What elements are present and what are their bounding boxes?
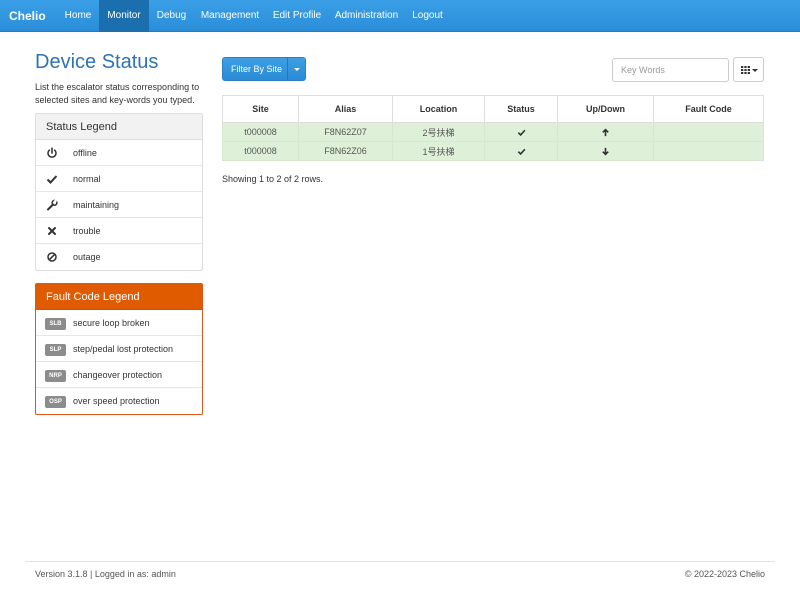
columns-toggle-button[interactable]	[733, 57, 764, 82]
pagination-summary: Showing 1 to 2 of 2 rows.	[222, 174, 324, 184]
column-header-up-down[interactable]: Up/Down	[557, 95, 654, 123]
legend-label: trouble	[73, 226, 101, 236]
legend-row-trouble: trouble	[36, 218, 202, 244]
table-row[interactable]: t000008 F8N62Z06 1号扶梯	[222, 141, 764, 161]
check-icon	[517, 129, 526, 137]
legend-row-maintaining: maintaining	[36, 192, 202, 218]
cell-status	[484, 122, 558, 142]
cell-up-down	[557, 122, 654, 142]
legend-row-outage: outage	[36, 244, 202, 270]
fault-row-slb: SLB secure loop broken	[36, 310, 202, 336]
fault-label: over speed protection	[73, 396, 160, 406]
brand-logo[interactable]: Chelio	[9, 0, 46, 32]
legend-row-offline: offline	[36, 140, 202, 166]
column-header-fault-code[interactable]: Fault Code	[653, 95, 764, 123]
grid-icon	[741, 66, 750, 74]
column-header-status[interactable]: Status	[484, 95, 558, 123]
cell-alias: F8N62Z07	[298, 122, 393, 142]
nav-home[interactable]: Home	[57, 0, 99, 32]
footer-version: Version 3.1.8 | Logged in as: admin	[35, 569, 176, 579]
split-divider	[287, 58, 288, 80]
nav-edit-profile[interactable]: Edit Profile	[266, 0, 328, 32]
legend-label: normal	[73, 174, 101, 184]
legend-label: maintaining	[73, 200, 120, 210]
filter-button-label: Filter By Site	[231, 64, 283, 74]
nav-debug[interactable]: Debug	[149, 0, 194, 32]
fault-label: secure loop broken	[73, 318, 150, 328]
chevron-down-icon	[752, 69, 758, 72]
arrow-up-icon	[602, 128, 609, 137]
cell-site: t000008	[222, 141, 299, 161]
cell-site: t000008	[222, 122, 299, 142]
fault-code-badge: SLB	[45, 318, 66, 330]
footer-divider	[25, 561, 775, 562]
check-icon	[517, 148, 526, 156]
page-title: Device Status	[35, 51, 159, 73]
cell-location: 1号扶梯	[392, 141, 485, 161]
ban-icon	[47, 252, 57, 262]
legend-label: offline	[73, 148, 97, 158]
nav-monitor[interactable]: Monitor	[99, 0, 149, 32]
fault-code-badge: SLP	[45, 344, 66, 356]
cell-status	[484, 141, 558, 161]
legend-label: outage	[73, 252, 101, 262]
column-header-location[interactable]: Location	[392, 95, 485, 123]
footer-copyright: © 2022-2023 Chelio	[684, 569, 765, 579]
column-header-alias[interactable]: Alias	[298, 95, 393, 123]
fault-row-osp: OSP over speed protection	[36, 388, 202, 414]
cell-fault-code	[653, 122, 764, 142]
cell-fault-code	[653, 141, 764, 161]
top-navbar: Chelio Home Monitor Debug Management Edi…	[0, 0, 800, 32]
arrow-down-icon	[602, 147, 609, 156]
fault-label: changeover protection	[73, 370, 163, 380]
fault-code-legend-panel: Fault Code Legend SLB secure loop broken…	[35, 283, 203, 415]
wrench-icon	[47, 199, 58, 211]
chevron-down-icon[interactable]	[294, 68, 300, 71]
cell-location: 2号扶梯	[392, 122, 485, 142]
page-description: List the escalator status corresponding …	[35, 82, 200, 105]
fault-code-badge: OSP	[45, 396, 66, 408]
cell-up-down	[557, 141, 654, 161]
status-legend-title: Status Legend	[36, 114, 202, 140]
table-row[interactable]: t000008 F8N62Z07 2号扶梯	[222, 122, 764, 142]
power-icon	[47, 147, 57, 158]
legend-row-normal: normal	[36, 166, 202, 192]
check-icon	[46, 175, 58, 184]
status-legend-panel: Status Legend offline normal maintaining…	[35, 113, 203, 271]
fault-row-slp: SLP step/pedal lost protection	[36, 336, 202, 362]
column-header-site[interactable]: Site	[222, 95, 299, 123]
fault-legend-title: Fault Code Legend	[36, 284, 202, 310]
fault-code-badge: NRP	[45, 370, 66, 382]
fault-row-nrp: NRP changeover protection	[36, 362, 202, 388]
fault-label: step/pedal lost protection	[73, 344, 174, 354]
keyword-search-input[interactable]	[612, 58, 729, 82]
x-icon	[48, 227, 56, 235]
table-header-row: Site Alias Location Status Up/Down Fault…	[222, 95, 764, 123]
device-status-table: Site Alias Location Status Up/Down Fault…	[222, 95, 764, 161]
filter-by-site-button[interactable]: Filter By Site	[222, 57, 306, 81]
cell-alias: F8N62Z06	[298, 141, 393, 161]
nav-administration[interactable]: Administration	[328, 0, 405, 32]
nav-management[interactable]: Management	[194, 0, 266, 32]
nav-logout[interactable]: Logout	[405, 0, 450, 32]
